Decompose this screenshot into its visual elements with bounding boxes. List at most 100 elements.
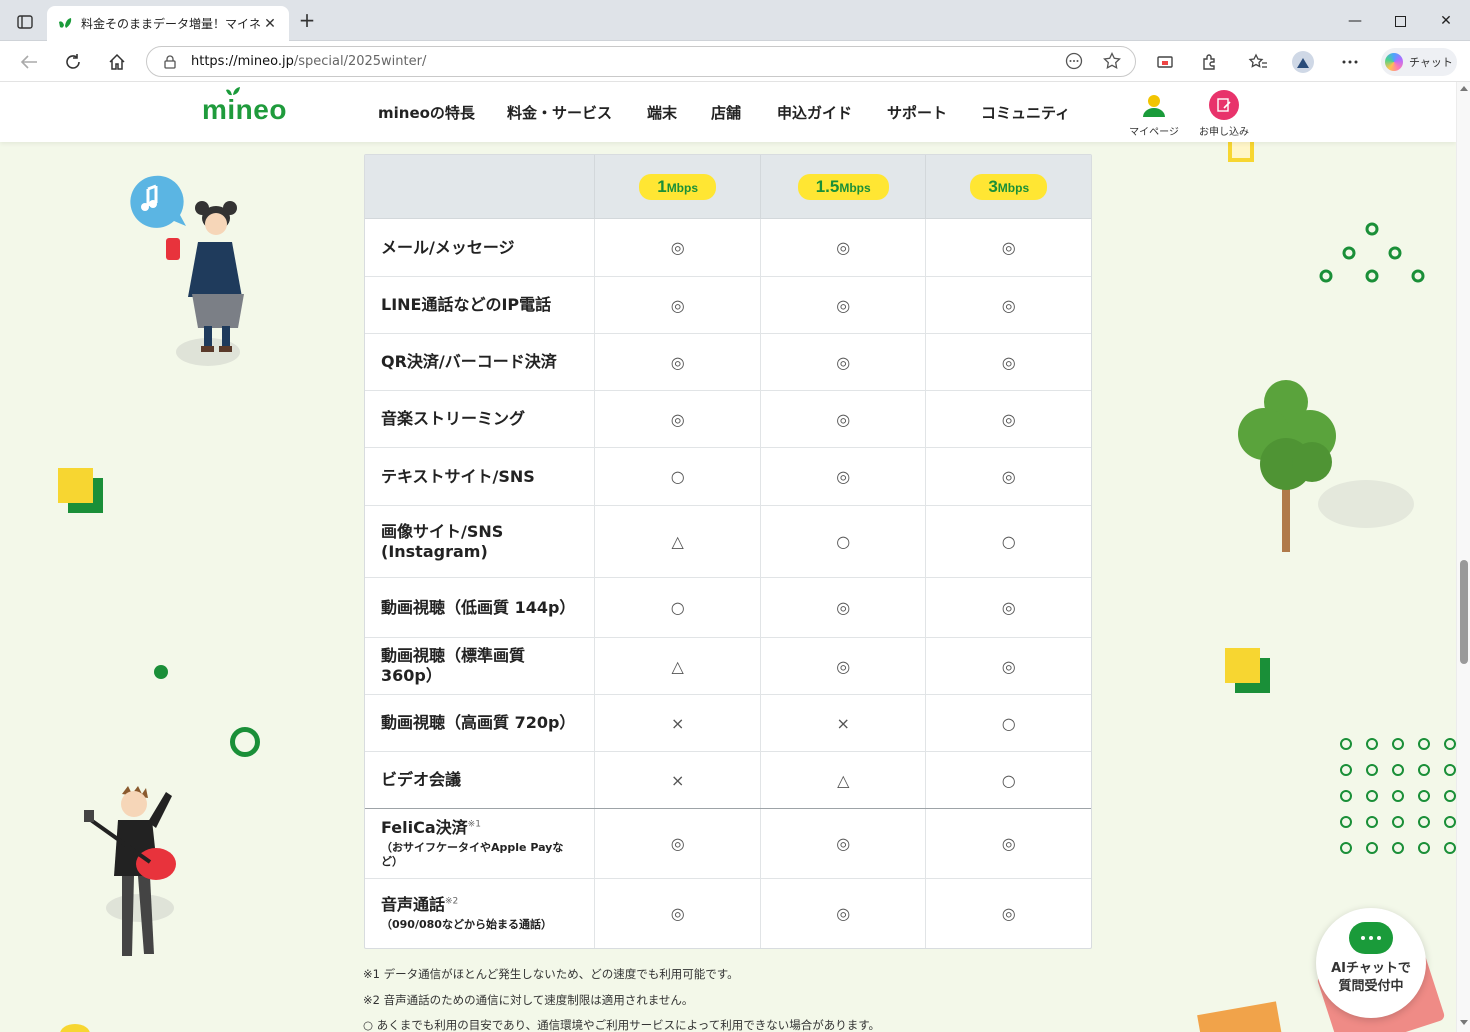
nav-apply-guide[interactable]: 申込ガイド: [777, 102, 852, 123]
copilot-chat-label: チャット: [1409, 56, 1453, 69]
table-row: 音楽ストリーミング ◎ ◎ ◎: [365, 391, 1091, 448]
green-ring-decoration: [230, 727, 260, 757]
header-speed-3: 3Mbps: [926, 155, 1091, 218]
rating-cell: ◎: [1001, 656, 1016, 676]
rating-cell: ◎: [1001, 352, 1016, 372]
speed-pill: 3Mbps: [970, 173, 1048, 200]
rating-cell: ◎: [761, 448, 927, 505]
lock-icon: [164, 54, 176, 69]
page-scrollbar[interactable]: [1456, 82, 1470, 1032]
copilot-chat-button[interactable]: チャット: [1381, 48, 1457, 76]
browser-tab[interactable]: 料金そのままデータ増量！マイネオが ✕: [47, 6, 289, 41]
rating-cell: △: [595, 506, 761, 577]
row-label: LINE通話などのIP電話: [365, 277, 596, 333]
green-dot-grid-decoration: [1340, 738, 1456, 854]
browser-toolbar: https://mineo.jp/special/2025winter/ チャッ…: [0, 41, 1470, 82]
orange-shape-decoration: [1197, 1001, 1283, 1032]
speed-pill: 1Mbps: [639, 173, 717, 200]
rating-cell: ◎: [761, 277, 927, 333]
rating-cell: ◎: [1001, 409, 1016, 429]
nav-support[interactable]: サポート: [887, 102, 947, 123]
row-label: QR決済/バーコード決済: [365, 334, 596, 390]
table-row: 動画視聴（高画質 720p） × × ○: [365, 695, 1091, 752]
rating-cell: ◎: [761, 334, 927, 390]
table-row: FeliCa決済※1 （おサイフケータイやApple Payなど） ◎ ◎ ◎: [365, 809, 1091, 879]
guitarist-illustration: [84, 786, 176, 956]
nav-community[interactable]: コミュニティ: [981, 102, 1070, 123]
rating-cell: ○: [761, 506, 927, 577]
ai-chat-line2: 質問受付中: [1338, 978, 1404, 994]
rating-cell: ◎: [1001, 295, 1016, 315]
rating-cell: ○: [595, 578, 761, 637]
header-speed-2: 1.5Mbps: [761, 155, 927, 218]
copilot-icon: [1385, 53, 1404, 71]
speed-pill: 1.5Mbps: [797, 173, 889, 200]
scroll-up-icon[interactable]: [1460, 86, 1468, 91]
nav-pricing[interactable]: 料金・サービス: [507, 102, 612, 123]
url-host: https://mineo.jp: [191, 54, 294, 69]
page-actions-icon[interactable]: [1065, 52, 1083, 74]
close-tab-icon[interactable]: ✕: [261, 16, 279, 32]
rating-cell: ◎: [1001, 598, 1016, 617]
row-label: 動画視聴（標準画質 360p）: [365, 638, 596, 694]
nav-features[interactable]: mineoの特長: [378, 102, 475, 123]
apply-form-icon: [1209, 90, 1239, 120]
footnote-3: ○ あくまでも利用の目安であり、通信環境やご利用サービスによって利用できない場合…: [363, 1018, 881, 1032]
footnote-ref: ※2: [445, 896, 459, 907]
table-row: 画像サイト/SNS (Instagram) △ ○ ○: [365, 506, 1091, 578]
rating-cell: ◎: [595, 219, 761, 276]
table-row: メール/メッセージ ◎ ◎ ◎: [365, 219, 1091, 277]
rating-cell: ◎: [1001, 467, 1016, 486]
collections-icon[interactable]: [1152, 49, 1178, 75]
url-path: /special/2025winter/: [293, 54, 427, 69]
rating-cell: ○: [1001, 532, 1016, 551]
mineo-logo[interactable]: mineo: [202, 87, 287, 126]
apply-label: お申し込み: [1199, 127, 1249, 138]
scroll-thumb[interactable]: [1460, 560, 1468, 664]
mineo-favicon-icon: [59, 17, 72, 28]
apply-link[interactable]: お申し込み: [1194, 90, 1254, 138]
maximize-icon[interactable]: [1377, 8, 1423, 34]
favorites-list-icon[interactable]: [1245, 49, 1271, 75]
profile-avatar[interactable]: [1290, 49, 1316, 75]
table-row: 動画視聴（低画質 144p） ○ ◎ ◎: [365, 578, 1091, 638]
user-icon: [1139, 90, 1169, 120]
row-label: FeliCa決済※1 （おサイフケータイやApple Payなど）: [365, 809, 596, 878]
nav-stores[interactable]: 店舗: [711, 102, 741, 123]
rating-cell: ○: [1001, 713, 1016, 733]
new-tab-icon[interactable]: +: [296, 10, 318, 32]
more-menu-icon[interactable]: [1337, 49, 1363, 75]
nav-devices[interactable]: 端末: [647, 102, 677, 123]
yellow-square-decoration-2: [1225, 648, 1260, 683]
rating-cell: ◎: [1001, 834, 1016, 853]
favorite-star-icon[interactable]: [1103, 51, 1121, 74]
rating-cell: ◎: [761, 578, 927, 637]
minimize-icon[interactable]: —: [1332, 8, 1378, 34]
rating-cell: ×: [761, 695, 927, 751]
girl-with-phone-illustration: [130, 175, 244, 366]
table-header-row: 1Mbps 1.5Mbps 3Mbps: [365, 155, 1091, 219]
row-label-sub: （おサイフケータイやApple Payなど）: [381, 841, 564, 868]
chat-bubble-icon: [1349, 922, 1393, 954]
mypage-link[interactable]: マイページ: [1124, 90, 1184, 138]
row-label-sub: （090/080などから始まる通話）: [381, 918, 552, 932]
footnotes: ※1 データ通信がほとんど発生しないため、どの速度でも利用可能です。 ※2 音声…: [363, 962, 880, 1032]
row-label-main: FeliCa決済: [381, 818, 468, 838]
row-label: 動画視聴（低画質 144p）: [365, 578, 596, 637]
header-empty-cell: [365, 155, 596, 218]
scroll-down-icon[interactable]: [1460, 1020, 1468, 1025]
site-header: mineo mineoの特長 料金・サービス 端末 店舗 申込ガイド サポート …: [0, 82, 1456, 142]
close-window-icon[interactable]: ✕: [1423, 8, 1469, 34]
back-icon[interactable]: [16, 49, 42, 75]
refresh-icon[interactable]: [60, 49, 86, 75]
home-icon[interactable]: [104, 49, 130, 75]
rating-cell: ◎: [761, 809, 927, 878]
rating-cell: ◎: [595, 334, 761, 390]
footnote-1: ※1 データ通信がほとんど発生しないため、どの速度でも利用可能です。: [363, 967, 739, 981]
ai-chat-button[interactable]: AIチャットで 質問受付中: [1316, 908, 1426, 1018]
address-bar[interactable]: https://mineo.jp/special/2025winter/: [146, 46, 1136, 77]
tab-actions-icon[interactable]: [10, 9, 40, 35]
rating-cell: ○: [1001, 770, 1016, 790]
extensions-icon[interactable]: [1196, 49, 1222, 75]
rating-cell: ×: [595, 752, 761, 808]
